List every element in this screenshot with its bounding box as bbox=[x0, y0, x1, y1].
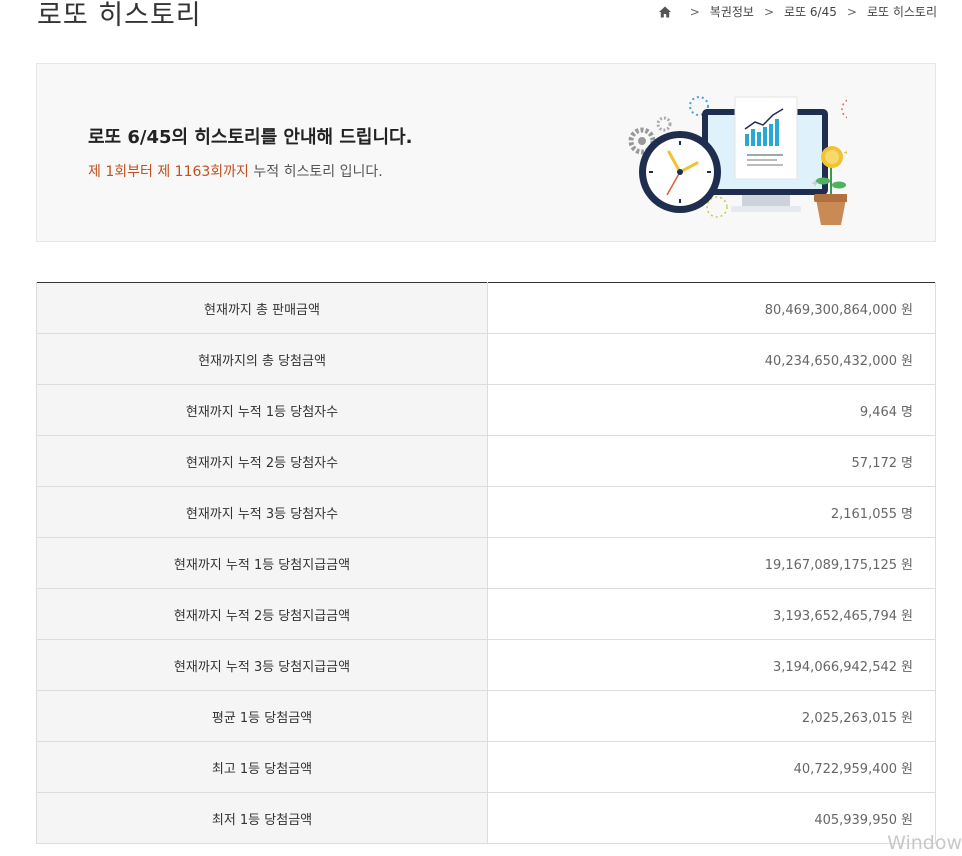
breadcrumb-item-lotto-history[interactable]: 로또 히스토리 bbox=[867, 3, 937, 20]
row-unit: 원 bbox=[901, 557, 913, 573]
row-label: 현재까지 누적 1등 당첨자수 bbox=[36, 384, 488, 436]
row-label: 현재까지 누적 2등 당첨지급금액 bbox=[36, 588, 488, 640]
row-value-cell: 40,234,650,432,000 원 bbox=[487, 333, 936, 385]
row-value: 2,025,263,015 bbox=[801, 710, 898, 726]
chevron-right-icon: > bbox=[689, 4, 700, 19]
row-unit: 원 bbox=[901, 710, 913, 726]
table-row: 현재까지 누적 2등 당첨지급금액 3,193,652,465,794 원 bbox=[36, 588, 936, 640]
row-value: 3,193,652,465,794 bbox=[772, 608, 898, 624]
row-label: 현재까지 총 판매금액 bbox=[36, 282, 488, 334]
row-label: 현재까지의 총 당첨금액 bbox=[36, 333, 488, 385]
breadcrumb: > 복권정보 > 로또 6/45 > 로또 히스토리 bbox=[658, 3, 937, 20]
row-unit: 명 bbox=[901, 455, 913, 471]
row-value: 405,939,950 bbox=[814, 812, 898, 828]
row-unit: 원 bbox=[901, 302, 913, 318]
row-value: 57,172 bbox=[851, 455, 898, 471]
row-value: 19,167,089,175,125 bbox=[764, 557, 898, 573]
table-row: 현재까지 누적 3등 당첨지급금액 3,194,066,942,542 원 bbox=[36, 639, 936, 691]
intro-subtitle: 제 1회부터 제 1163회까지 누적 히스토리 입니다. bbox=[88, 161, 383, 181]
row-unit: 원 bbox=[901, 761, 913, 777]
row-value: 3,194,066,942,542 bbox=[772, 659, 898, 675]
row-label: 현재까지 누적 2등 당첨자수 bbox=[36, 435, 488, 487]
row-label: 최저 1등 당첨금액 bbox=[36, 792, 488, 844]
row-value-cell: 405,939,950 원 bbox=[487, 792, 936, 844]
row-value: 9,464 bbox=[859, 404, 898, 420]
row-value: 80,469,300,864,000 bbox=[764, 302, 898, 318]
history-table: 현재까지 총 판매금액 80,469,300,864,000 원 현재까지의 총 당첨… bbox=[36, 282, 936, 844]
row-label: 현재까지 누적 1등 당첨지급금액 bbox=[36, 537, 488, 589]
table-row: 현재까지 누적 1등 당첨자수 9,464 명 bbox=[36, 384, 936, 436]
row-value-cell: 40,722,959,400 원 bbox=[487, 741, 936, 793]
row-value-cell: 2,161,055 명 bbox=[487, 486, 936, 538]
table-row: 최저 1등 당첨금액 405,939,950 원 bbox=[36, 792, 936, 844]
row-value: 40,234,650,432,000 bbox=[764, 353, 898, 369]
row-unit: 원 bbox=[901, 353, 913, 369]
row-value-cell: 57,172 명 bbox=[487, 435, 936, 487]
row-value-cell: 80,469,300,864,000 원 bbox=[487, 282, 936, 334]
row-unit: 명 bbox=[901, 404, 913, 420]
row-value-cell: 19,167,089,175,125 원 bbox=[487, 537, 936, 589]
table-row: 평균 1등 당첨금액 2,025,263,015 원 bbox=[36, 690, 936, 742]
row-label: 현재까지 누적 3등 당첨자수 bbox=[36, 486, 488, 538]
row-unit: 원 bbox=[901, 812, 913, 828]
breadcrumb-item-lottery-info[interactable]: 복권정보 bbox=[710, 3, 754, 20]
windows-activation-watermark: Window bbox=[887, 832, 962, 854]
row-value-cell: 3,194,066,942,542 원 bbox=[487, 639, 936, 691]
chevron-right-icon: > bbox=[763, 4, 775, 19]
row-label: 현재까지 누적 3등 당첨지급금액 bbox=[36, 639, 488, 691]
table-row: 현재까지 누적 1등 당첨지급금액 19,167,089,175,125 원 bbox=[36, 537, 936, 589]
clock-monitor-chart-illustration bbox=[597, 89, 863, 229]
row-value-cell: 2,025,263,015 원 bbox=[487, 690, 936, 742]
row-value-cell: 9,464 명 bbox=[487, 384, 936, 436]
table-row: 현재까지 누적 2등 당첨자수 57,172 명 bbox=[36, 435, 936, 487]
home-icon[interactable] bbox=[658, 5, 672, 19]
row-value: 2,161,055 bbox=[830, 506, 898, 522]
row-label: 평균 1등 당첨금액 bbox=[36, 690, 488, 742]
intro-subtitle-rest: 누적 히스토리 입니다. bbox=[248, 164, 383, 180]
row-value: 40,722,959,400 bbox=[793, 761, 898, 777]
table-row: 현재까지 누적 3등 당첨자수 2,161,055 명 bbox=[36, 486, 936, 538]
row-unit: 원 bbox=[901, 659, 913, 675]
intro-box: 로또 6/45의 히스토리를 안내해 드립니다. 제 1회부터 제 1163회까… bbox=[36, 63, 936, 242]
table-row: 현재까지의 총 당첨금액 40,234,650,432,000 원 bbox=[36, 333, 936, 385]
row-label: 최고 1등 당첨금액 bbox=[36, 741, 488, 793]
chevron-right-icon: > bbox=[846, 4, 857, 19]
table-row: 현재까지 총 판매금액 80,469,300,864,000 원 bbox=[36, 282, 936, 334]
table-row: 최고 1등 당첨금액 40,722,959,400 원 bbox=[36, 741, 936, 793]
page-title: 로또 히스토리 bbox=[37, 0, 202, 31]
row-unit: 원 bbox=[901, 608, 913, 624]
intro-heading: 로또 6/45의 히스토리를 안내해 드립니다. bbox=[88, 127, 413, 148]
breadcrumb-item-lotto645[interactable]: 로또 6/45 bbox=[784, 3, 837, 20]
row-unit: 명 bbox=[901, 506, 913, 522]
row-value-cell: 3,193,652,465,794 원 bbox=[487, 588, 936, 640]
round-range-text: 제 1회부터 제 1163회까지 bbox=[88, 164, 249, 180]
